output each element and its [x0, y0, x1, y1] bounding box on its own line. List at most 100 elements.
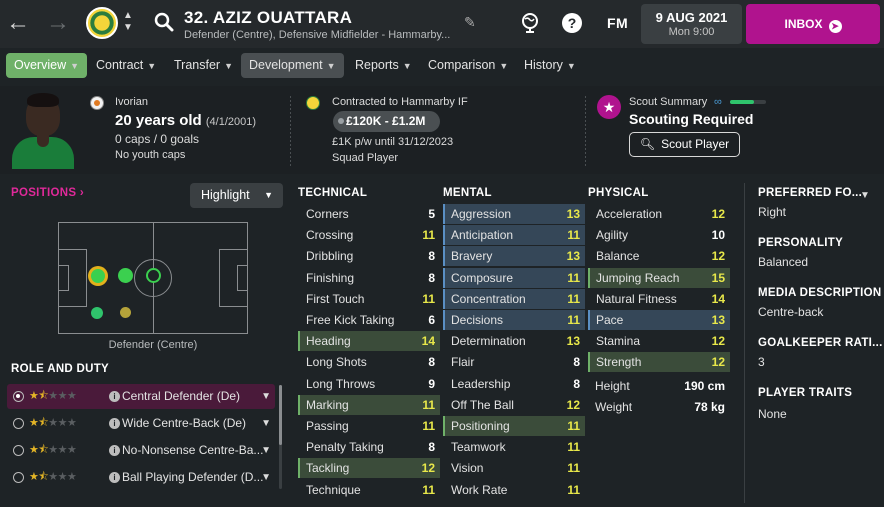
attribute-row-composure[interactable]: Composure 11	[443, 267, 585, 288]
role-scrollbar[interactable]	[279, 385, 282, 489]
attribute-row-jumping-reach[interactable]: Jumping Reach 15	[588, 267, 730, 288]
nationality[interactable]: Ivorian	[115, 96, 148, 108]
attribute-row-vision[interactable]: Vision 11	[443, 458, 585, 478]
attribute-row-tackling[interactable]: Tackling 12	[298, 458, 440, 479]
attribute-row-strength[interactable]: Strength 12	[588, 352, 730, 373]
positions-link[interactable]: POSITIONS ›	[11, 187, 84, 199]
radio-button[interactable]	[13, 418, 24, 429]
position-dot-m[interactable]	[120, 307, 131, 318]
club-badge-icon[interactable]	[306, 96, 320, 110]
attribute-value: 11	[422, 397, 435, 412]
attribute-row-finishing[interactable]: Finishing 8	[298, 268, 440, 288]
attribute-row-long-shots[interactable]: Long Shots 8	[298, 352, 440, 372]
position-dot-wb[interactable]	[91, 307, 103, 319]
height-label: Height	[595, 379, 630, 393]
attribute-name: Positioning	[451, 419, 510, 433]
tab-comparison[interactable]: Comparison ▼	[420, 53, 516, 78]
attribute-value: 11	[422, 419, 435, 433]
attribute-row-balance[interactable]: Balance 12	[588, 246, 730, 266]
position-dot-dc[interactable]	[91, 269, 105, 283]
info-icon[interactable]: i	[109, 418, 120, 429]
search-icon: 🔍︎	[639, 137, 656, 151]
arrow-right-icon[interactable]: →	[46, 9, 70, 37]
weight-value: 78 kg	[694, 400, 725, 414]
attribute-row-marking[interactable]: Marking 11	[298, 394, 440, 415]
help-icon[interactable]: ?	[562, 13, 582, 33]
attribute-row-off-the-ball[interactable]: Off The Ball 12	[443, 395, 585, 415]
role-row[interactable]: ★⯪★★★ i Ball Playing Defender (D... ▼	[7, 465, 275, 490]
attribute-row-flair[interactable]: Flair 8	[443, 352, 585, 372]
attribute-row-anticipation[interactable]: Anticipation 11	[443, 225, 585, 246]
info-icon[interactable]: i	[109, 445, 120, 456]
search-icon[interactable]	[154, 12, 174, 32]
role-row[interactable]: ★⯪★★★ i No-Nonsense Centre-Ba... ▼	[7, 438, 275, 463]
chevron-down-icon[interactable]: ▼	[860, 190, 870, 201]
tab-history[interactable]: History ▼	[516, 53, 584, 78]
attribute-row-corners[interactable]: Corners 5	[298, 204, 440, 224]
attribute-row-concentration[interactable]: Concentration 11	[443, 288, 585, 309]
attribute-row-first-touch[interactable]: First Touch 11	[298, 289, 440, 309]
chevron-down-icon[interactable]: ▼	[121, 22, 135, 34]
attribute-row-acceleration[interactable]: Acceleration 12	[588, 204, 730, 224]
nationality-flag-icon[interactable]	[90, 96, 104, 110]
club-stepper[interactable]: ▲ ▼	[121, 10, 135, 38]
info-icon[interactable]: i	[109, 472, 120, 483]
role-row[interactable]: ★⯪★★★ i Wide Centre-Back (De) ▼	[7, 411, 275, 436]
tab-development[interactable]: Development ▼	[241, 53, 344, 78]
attribute-row-crossing[interactable]: Crossing 11	[298, 225, 440, 245]
tab-reports[interactable]: Reports ▼	[347, 53, 420, 78]
fm-logo[interactable]: FM	[607, 15, 628, 31]
chevron-down-icon: ▼	[402, 61, 412, 71]
attribute-row-stamina[interactable]: Stamina 12	[588, 331, 730, 351]
attribute-row-decisions[interactable]: Decisions 11	[443, 310, 585, 330]
attribute-row-pace[interactable]: Pace 13	[588, 310, 730, 330]
attribute-row-agility[interactable]: Agility 10	[588, 225, 730, 245]
role-row[interactable]: ★⯪★★★ i Central Defender (De) ▼	[7, 384, 275, 409]
scout-player-button[interactable]: 🔍︎ Scout Player	[629, 132, 740, 157]
attribute-row-penalty-taking[interactable]: Penalty Taking 8	[298, 437, 440, 457]
date-box[interactable]: 9 AUG 2021 Mon 9:00	[641, 4, 742, 44]
attribute-name: Finishing	[306, 270, 355, 285]
club-badge-icon[interactable]	[86, 7, 118, 39]
contract-club[interactable]: Contracted to Hammarby IF	[332, 96, 468, 108]
transfer-value-pill[interactable]: £120K - £1.2M	[333, 111, 440, 132]
chevron-up-icon[interactable]: ▲	[121, 10, 135, 22]
attribute-name: Penalty Taking	[306, 440, 384, 455]
position-dot-mc[interactable]	[146, 268, 161, 283]
pencil-icon[interactable]: ✎	[464, 14, 482, 32]
chevron-down-icon[interactable]: ▼	[261, 411, 271, 436]
attribute-row-positioning[interactable]: Positioning 11	[443, 416, 585, 436]
info-icon[interactable]: i	[109, 391, 120, 402]
attribute-row-passing[interactable]: Passing 11	[298, 416, 440, 436]
radio-button[interactable]	[13, 445, 24, 456]
attribute-row-work-rate[interactable]: Work Rate 11	[443, 480, 585, 500]
attribute-row-long-throws[interactable]: Long Throws 9	[298, 374, 440, 394]
arrow-left-icon[interactable]: ←	[6, 9, 30, 37]
radio-button[interactable]	[13, 472, 24, 483]
attribute-row-natural-fitness[interactable]: Natural Fitness 14	[588, 289, 730, 309]
chevron-down-icon[interactable]: ▼	[261, 465, 271, 490]
attribute-row-determination[interactable]: Determination 13	[443, 331, 585, 351]
position-dot-dm[interactable]	[118, 268, 133, 283]
attribute-row-teamwork[interactable]: Teamwork 11	[443, 437, 585, 457]
chevron-down-icon[interactable]: ▼	[261, 438, 271, 463]
inbox-button[interactable]: INBOX ➤	[746, 4, 880, 44]
tab-transfer[interactable]: Transfer ▼	[166, 53, 241, 78]
attribute-name: Marking	[306, 397, 349, 412]
preferred-foot-value: Right	[758, 205, 787, 219]
attribute-row-heading[interactable]: Heading 14	[298, 331, 440, 352]
radio-button[interactable]	[13, 391, 24, 402]
attribute-name: Balance	[596, 249, 640, 264]
tab-overview[interactable]: Overview ▼	[6, 53, 88, 78]
attribute-row-leadership[interactable]: Leadership 8	[443, 374, 585, 394]
highlight-dropdown[interactable]: Highlight ▼	[190, 183, 283, 208]
tab-contract[interactable]: Contract ▼	[88, 53, 164, 78]
attribute-row-free-kick-taking[interactable]: Free Kick Taking 6	[298, 310, 440, 330]
globe-icon[interactable]	[519, 12, 541, 34]
weight-stat: Weight 78 kg	[595, 400, 725, 414]
attribute-row-technique[interactable]: Technique 11	[298, 480, 440, 500]
attribute-row-bravery[interactable]: Bravery 13	[443, 246, 585, 267]
chevron-down-icon[interactable]: ▼	[261, 384, 271, 409]
attribute-row-aggression[interactable]: Aggression 13	[443, 204, 585, 224]
attribute-row-dribbling[interactable]: Dribbling 8	[298, 246, 440, 266]
